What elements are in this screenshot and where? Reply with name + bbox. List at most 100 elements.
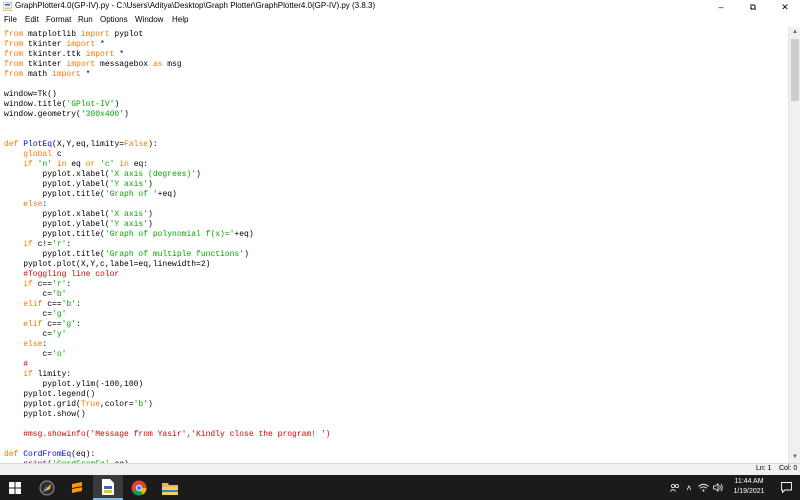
code-string: 'c' bbox=[100, 160, 115, 169]
code-line: #msg.showinfo('Message from Yasir','Kind… bbox=[4, 430, 330, 440]
code-text: msg bbox=[162, 60, 182, 69]
code-line: pyplot.plot(X,Y,c,label=eq,linewidth=2) bbox=[4, 260, 210, 270]
code-text: window=Tk() bbox=[4, 90, 57, 99]
status-col: Col: 0 bbox=[779, 465, 798, 472]
sublime-text-icon bbox=[72, 481, 82, 493]
code-line: from tkinter.ttk import * bbox=[4, 50, 124, 60]
code-text: : bbox=[42, 340, 48, 349]
code-text: ) bbox=[196, 170, 201, 179]
chrome-icon bbox=[131, 480, 147, 496]
code-keyword: global bbox=[23, 150, 53, 159]
code-string: 'X axis' bbox=[109, 210, 149, 219]
code-text: c== bbox=[42, 320, 62, 329]
code-text: c== bbox=[32, 280, 53, 289]
code-keyword: in bbox=[119, 160, 129, 169]
code-text: pyplot.xlabel( bbox=[4, 170, 110, 179]
windows-logo-icon bbox=[9, 481, 21, 494]
start-button[interactable] bbox=[0, 475, 30, 500]
taskbar-app-python-editor[interactable] bbox=[93, 475, 123, 500]
taskbar-app-file-explorer[interactable] bbox=[155, 475, 185, 500]
code-line: pyplot.title('Graph of polynomial f(x)='… bbox=[4, 230, 254, 240]
code-editor[interactable]: from matplotlib import pyplot from tkinte… bbox=[0, 27, 788, 463]
code-keyword: else bbox=[23, 340, 43, 349]
taskbar: ˄ 11:44 AM 1/19/2021 bbox=[0, 475, 800, 500]
code-keyword: True bbox=[80, 400, 101, 409]
menu-window[interactable]: Window bbox=[135, 15, 163, 24]
scroll-down-arrow-icon[interactable]: ▼ bbox=[789, 452, 800, 462]
code-text: pyplot.title( bbox=[4, 190, 105, 199]
code-text: * bbox=[114, 50, 125, 59]
scroll-thumb[interactable] bbox=[791, 39, 799, 101]
code-text: +eq) bbox=[234, 230, 254, 239]
code-text: * bbox=[95, 40, 105, 49]
code-text: tkinter bbox=[23, 40, 67, 49]
code-line: if c!='r': bbox=[4, 240, 71, 250]
maximize-button[interactable]: ⧉ bbox=[738, 0, 768, 14]
code-text: pyplot.legend() bbox=[4, 390, 96, 399]
code-line: pyplot.ylabel('Y axis') bbox=[4, 180, 152, 190]
taskbar-app-chrome[interactable] bbox=[124, 475, 154, 500]
code-text: eq: bbox=[128, 160, 149, 169]
code-text: pyplot.ylabel( bbox=[4, 220, 110, 229]
code-text: pyplot.title( bbox=[4, 250, 105, 259]
code-comment: # bbox=[23, 360, 29, 369]
code-text: c== bbox=[42, 300, 62, 309]
python-file-icon bbox=[102, 478, 114, 495]
vertical-scrollbar[interactable]: ▲ ▼ bbox=[788, 27, 800, 463]
code-keyword: from bbox=[4, 60, 24, 69]
taskbar-app-sublime[interactable] bbox=[62, 475, 92, 500]
code-keyword: import bbox=[85, 50, 115, 59]
code-keyword: import bbox=[66, 40, 96, 49]
code-text: pyplot.show() bbox=[4, 410, 86, 419]
code-string: 'r' bbox=[52, 280, 67, 289]
code-line: pyplot.legend() bbox=[4, 390, 95, 400]
scroll-up-arrow-icon[interactable]: ▲ bbox=[789, 27, 800, 37]
code-text: ) bbox=[148, 210, 153, 219]
taskbar-clock[interactable]: 11:44 AM 1/19/2021 bbox=[727, 477, 771, 497]
people-tray[interactable] bbox=[668, 475, 682, 500]
code-line: pyplot.title('Graph of multiple function… bbox=[4, 250, 248, 260]
menu-run[interactable]: Run bbox=[78, 15, 93, 24]
minimize-button[interactable]: – bbox=[706, 0, 736, 14]
taskbar-app-idle[interactable] bbox=[32, 475, 62, 500]
menu-format[interactable]: Format bbox=[46, 15, 71, 24]
menu-edit[interactable]: Edit bbox=[25, 15, 39, 24]
window-title: GraphPlotter4.0(GP-IV).py - C:\Users\Adi… bbox=[15, 1, 376, 10]
code-line: pyplot.title('Graph of '+eq) bbox=[4, 190, 176, 200]
action-center-button[interactable] bbox=[772, 475, 800, 500]
code-keyword: False bbox=[124, 140, 149, 149]
code-line: c='b' bbox=[4, 290, 66, 300]
code-string: 'b' bbox=[133, 400, 149, 409]
code-string: 'Graph of multiple functions' bbox=[104, 250, 245, 259]
code-line: pyplot.ylabel('Y axis') bbox=[4, 220, 152, 230]
menu-file[interactable]: File bbox=[4, 15, 17, 24]
show-hidden-icons-button[interactable]: ˄ bbox=[684, 475, 694, 500]
code-line: if 'n' in eq or 'c' in eq: bbox=[4, 160, 148, 170]
volume-tray[interactable] bbox=[711, 475, 725, 500]
code-text: ) bbox=[114, 100, 120, 109]
network-tray[interactable] bbox=[696, 475, 710, 500]
code-string: 'b' bbox=[52, 290, 67, 299]
code-text: tkinter bbox=[23, 60, 67, 69]
menu-options[interactable]: Options bbox=[100, 15, 128, 24]
code-text: * bbox=[80, 70, 91, 79]
code-keyword: elif bbox=[23, 300, 43, 309]
code-text: : bbox=[66, 280, 72, 289]
code-text: pyplot.ylabel( bbox=[4, 180, 110, 189]
code-line: pyplot.ylim(-100,100) bbox=[4, 380, 143, 390]
code-text: pyplot.ylim(-100,100) bbox=[4, 380, 144, 389]
code-text: c= bbox=[4, 330, 53, 339]
code-text: math bbox=[23, 70, 53, 79]
code-keyword: or bbox=[85, 160, 96, 169]
menu-help[interactable]: Help bbox=[172, 15, 188, 24]
clock-date: 1/19/2021 bbox=[733, 488, 765, 495]
code-line: from matplotlib import pyplot bbox=[4, 30, 143, 40]
close-button[interactable]: ✕ bbox=[770, 0, 800, 14]
